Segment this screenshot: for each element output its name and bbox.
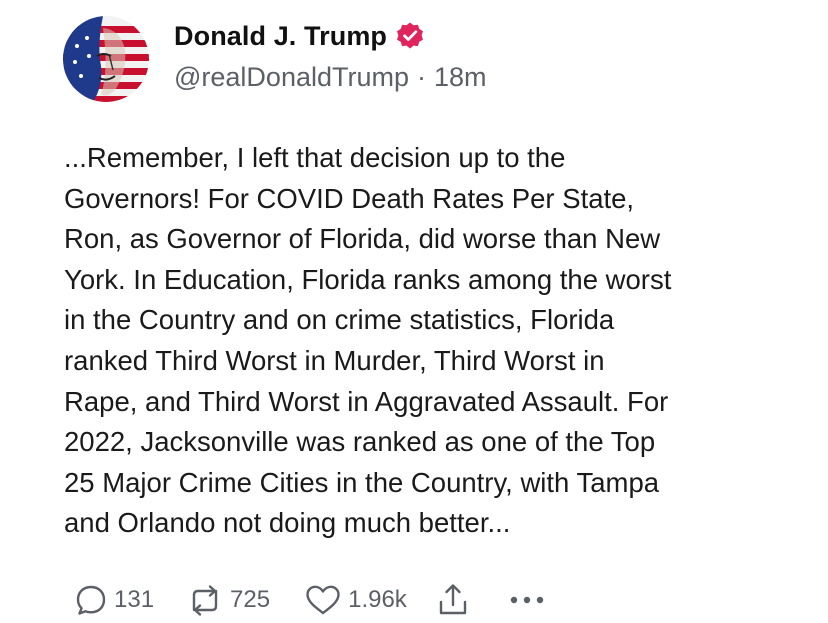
reply-icon bbox=[74, 583, 108, 617]
repost-button[interactable]: 725 bbox=[186, 583, 270, 617]
share-button[interactable] bbox=[437, 582, 469, 618]
author-display-name[interactable]: Donald J. Trump bbox=[174, 21, 387, 52]
post-card: Donald J. Trump @realDonaldTrump · 18m .… bbox=[0, 0, 828, 623]
avatar-image bbox=[63, 16, 149, 102]
meta-separator: · bbox=[417, 62, 426, 92]
like-count: 1.96k bbox=[348, 586, 407, 613]
post-text: ...Remember, I left that decision up to … bbox=[64, 142, 672, 539]
verified-badge-icon bbox=[395, 21, 425, 51]
reply-count: 131 bbox=[114, 586, 155, 613]
like-button[interactable]: 1.96k bbox=[304, 583, 407, 617]
author-name-row: Donald J. Trump bbox=[174, 16, 425, 56]
repost-count: 725 bbox=[230, 586, 271, 613]
action-bar: 131 725 1.96k bbox=[74, 578, 569, 622]
avatar[interactable] bbox=[63, 16, 149, 102]
more-options-button[interactable] bbox=[509, 594, 545, 606]
share-icon bbox=[437, 582, 469, 618]
author-handle[interactable]: @realDonaldTrump bbox=[174, 62, 409, 93]
more-icon bbox=[509, 594, 545, 606]
reply-button[interactable]: 131 bbox=[74, 583, 154, 617]
post-timestamp[interactable]: 18m bbox=[434, 62, 487, 93]
author-handle-row: @realDonaldTrump · 18m bbox=[174, 62, 487, 93]
repost-icon bbox=[186, 583, 224, 617]
like-icon bbox=[304, 583, 342, 617]
